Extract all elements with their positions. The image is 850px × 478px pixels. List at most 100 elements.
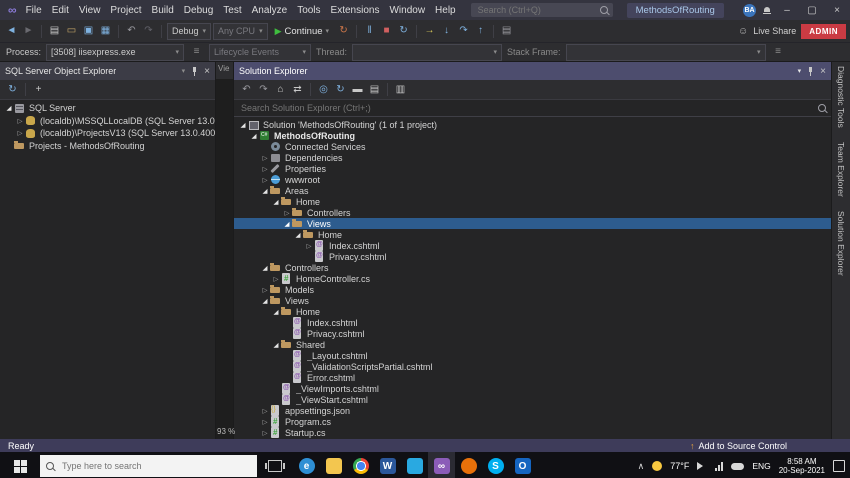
tree-item[interactable]: ◢ Areas [234, 185, 831, 196]
hot-reload-icon[interactable]: ↻ [336, 24, 351, 38]
editor-tab[interactable]: Vie [216, 62, 233, 79]
tree-item[interactable]: ▷ Models [234, 284, 831, 295]
expand-arrow[interactable]: ◢ [4, 104, 14, 112]
tool-tab-solution-explorer[interactable]: Solution Explorer [836, 211, 846, 276]
expand-arrow[interactable]: ▷ [260, 165, 270, 173]
navigate-backward-icon[interactable]: ◄ [4, 24, 19, 38]
tree-item[interactable]: ▷ Controllers [234, 207, 831, 218]
properties-icon[interactable]: ▥ [393, 83, 408, 97]
menu-debug[interactable]: Debug [179, 5, 218, 16]
stack-frame-dropdown[interactable]: ▾ [565, 43, 766, 61]
menu-project[interactable]: Project [105, 5, 146, 16]
solution-platforms-dropdown[interactable]: Any CPU ▾ [213, 22, 268, 40]
tree-item[interactable]: ▷ Index.cshtml [234, 240, 831, 251]
tree-item[interactable]: ◢ Controllers [234, 262, 831, 273]
outlook-taskbar-button[interactable]: O [509, 452, 536, 478]
expand-arrow[interactable]: ▷ [260, 286, 270, 294]
add-to-source-control-button[interactable]: ↑ Add to Source Control [690, 441, 787, 451]
menu-file[interactable]: File [21, 5, 47, 16]
taskbar-search[interactable] [40, 455, 257, 477]
pin-icon[interactable] [807, 66, 814, 76]
expand-arrow[interactable]: ▷ [260, 418, 270, 426]
restart-icon[interactable]: ↻ [396, 24, 411, 38]
tree-item[interactable]: ◢ Solution 'MethodsOfRouting' (1 of 1 pro… [234, 119, 831, 130]
step-out-icon[interactable]: ↑ [473, 24, 488, 38]
quick-search-input[interactable] [475, 4, 600, 16]
sync-with-active-document-icon[interactable]: ◎ [316, 83, 331, 97]
expand-arrow[interactable]: ▷ [15, 117, 25, 125]
edge-taskbar-button[interactable]: e [293, 452, 320, 478]
save-all-icon[interactable]: ▦ [98, 24, 113, 38]
visual-studio-taskbar-button[interactable]: ∞ [428, 452, 455, 478]
taskbar-search-input[interactable] [60, 460, 251, 472]
new-file-icon[interactable]: ▤ [47, 24, 62, 38]
expand-arrow[interactable]: ◢ [260, 297, 270, 305]
tree-item[interactable]: _ViewStart.cshtml [234, 394, 831, 405]
clock[interactable]: 8:58 AM 20-Sep-2021 [779, 457, 825, 476]
weather-temp[interactable]: 77°F [670, 461, 689, 471]
language-indicator[interactable]: ENG [752, 461, 770, 471]
word-taskbar-button[interactable]: W [374, 452, 401, 478]
lifecycle-events-dropdown[interactable]: Lifecycle Events ▾ [209, 43, 312, 61]
expand-arrow[interactable]: ◢ [271, 341, 281, 349]
tree-item[interactable]: ▷ (localdb)\MSSQLLocalDB (SQL Server 13.0… [0, 115, 216, 128]
tree-item[interactable]: _ViewImports.cshtml [234, 383, 831, 394]
tree-item[interactable]: ◢ Home [234, 306, 831, 317]
hidden-icons-chevron[interactable]: ∧ [638, 461, 645, 472]
tree-item[interactable]: ◢ Shared [234, 339, 831, 350]
tree-item[interactable]: Privacy.cshtml [234, 251, 831, 262]
home-icon[interactable]: ⌂ [273, 83, 288, 97]
navigate-forward-icon[interactable]: ► [21, 24, 36, 38]
notifications-bell-icon[interactable] [763, 6, 771, 15]
tree-item[interactable]: ◢ SQL Server [0, 102, 215, 115]
threads-icon[interactable]: ≡ [189, 45, 204, 59]
collapse-all-icon[interactable]: ▬ [350, 83, 365, 97]
expand-arrow[interactable]: ◢ [249, 132, 259, 140]
tree-item[interactable]: ▷ wwwroot [234, 174, 831, 185]
expand-arrow[interactable]: ▷ [260, 176, 270, 184]
window-options-icon[interactable]: ▾ [798, 67, 802, 75]
menu-build[interactable]: Build [147, 5, 179, 16]
user-avatar[interactable]: BA [743, 3, 756, 17]
action-center-icon[interactable] [833, 460, 845, 472]
expand-arrow[interactable]: ▷ [260, 429, 270, 437]
chrome-taskbar-button[interactable] [347, 452, 374, 478]
vs-code-taskbar-button[interactable] [401, 452, 428, 478]
stop-debugging-icon[interactable]: ■ [379, 24, 394, 38]
pin-icon[interactable] [191, 66, 198, 76]
stack-options-icon[interactable]: ≡ [771, 45, 786, 59]
volume-icon[interactable] [697, 462, 707, 470]
menu-view[interactable]: View [74, 5, 106, 16]
firefox-taskbar-button[interactable] [455, 452, 482, 478]
refresh-icon[interactable]: ↻ [5, 83, 20, 97]
back-icon[interactable]: ↶ [239, 83, 254, 97]
tree-item[interactable]: ▷ appsettings.json [234, 405, 831, 416]
expand-arrow[interactable]: ◢ [260, 264, 270, 272]
step-into-icon[interactable]: ↓ [439, 24, 454, 38]
tool-tab-team-explorer[interactable]: Team Explorer [836, 142, 846, 197]
menu-extensions[interactable]: Extensions [326, 5, 385, 16]
tree-item[interactable]: ▷ Dependencies [234, 152, 831, 163]
tree-item[interactable]: ◢ Views [234, 218, 831, 229]
tree-item[interactable]: ◢ Views [234, 295, 831, 306]
network-icon[interactable] [715, 461, 724, 471]
expand-arrow[interactable]: ◢ [282, 220, 292, 228]
show-next-statement-icon[interactable]: → [422, 24, 437, 38]
show-all-files-icon[interactable]: ▤ [367, 83, 382, 97]
close-button[interactable]: × [828, 5, 846, 16]
expand-arrow[interactable]: ▷ [304, 242, 314, 250]
solution-configurations-dropdown[interactable]: Debug ▾ [167, 22, 212, 40]
expand-arrow[interactable]: ◢ [293, 231, 303, 239]
maximize-button[interactable]: ▢ [803, 5, 821, 16]
tree-item[interactable]: Projects - MethodsOfRouting [0, 140, 215, 153]
solution-explorer-search-input[interactable] [239, 102, 818, 114]
expand-arrow[interactable]: ◢ [271, 198, 281, 206]
tree-item[interactable]: ◢ Home [234, 229, 831, 240]
minimize-button[interactable]: – [778, 5, 796, 16]
menu-tools[interactable]: Tools [292, 5, 325, 16]
expand-arrow[interactable]: ▷ [15, 129, 25, 137]
expand-arrow[interactable]: ◢ [271, 308, 281, 316]
tree-item[interactable]: Privacy.cshtml [234, 328, 831, 339]
open-file-icon[interactable]: ▭ [64, 24, 79, 38]
refresh-icon[interactable]: ↻ [333, 83, 348, 97]
